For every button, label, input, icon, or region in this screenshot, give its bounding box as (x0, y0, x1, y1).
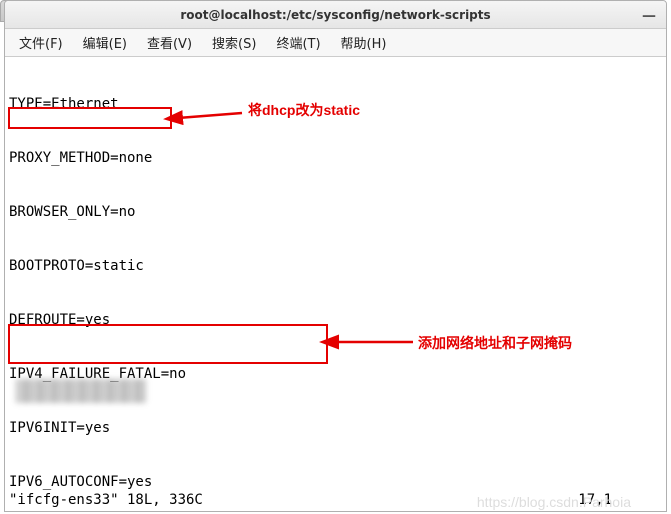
minimize-button[interactable]: — (642, 8, 656, 24)
cfg-line: IPV6INIT=yes (9, 419, 662, 437)
terminal-content[interactable]: TYPE=Ethernet PROXY_METHOD=none BROWSER_… (5, 57, 666, 511)
titlebar: root@localhost:/etc/sysconfig/network-sc… (5, 1, 666, 29)
vim-status-left: "ifcfg-ens33" 18L, 336C (9, 491, 203, 509)
cfg-line: BROWSER_ONLY=no (9, 203, 662, 221)
menu-help[interactable]: 帮助(H) (333, 30, 395, 55)
vim-status-right: 17,1 (578, 491, 612, 509)
menu-search[interactable]: 搜索(S) (204, 30, 264, 55)
cfg-line: IPV4_FAILURE_FATAL=no (9, 365, 662, 383)
cfg-line: IPV6_AUTOCONF=yes (9, 473, 662, 491)
menu-view[interactable]: 查看(V) (139, 30, 200, 55)
menubar: 文件(F) 编辑(E) 查看(V) 搜索(S) 终端(T) 帮助(H) (5, 29, 666, 57)
cfg-line: TYPE=Ethernet (9, 95, 662, 113)
menu-edit[interactable]: 编辑(E) (75, 30, 135, 55)
cfg-line: BOOTPROTO=static (9, 257, 662, 275)
terminal-window: root@localhost:/etc/sysconfig/network-sc… (4, 0, 667, 512)
cfg-line: DEFROUTE=yes (9, 311, 662, 329)
vim-status-line: "ifcfg-ens33" 18L, 336C 17,1 (9, 491, 662, 509)
menu-terminal[interactable]: 终端(T) (268, 30, 328, 55)
menu-file[interactable]: 文件(F) (11, 30, 71, 55)
window-title: root@localhost:/etc/sysconfig/network-sc… (180, 8, 490, 22)
cfg-line: PROXY_METHOD=none (9, 149, 662, 167)
